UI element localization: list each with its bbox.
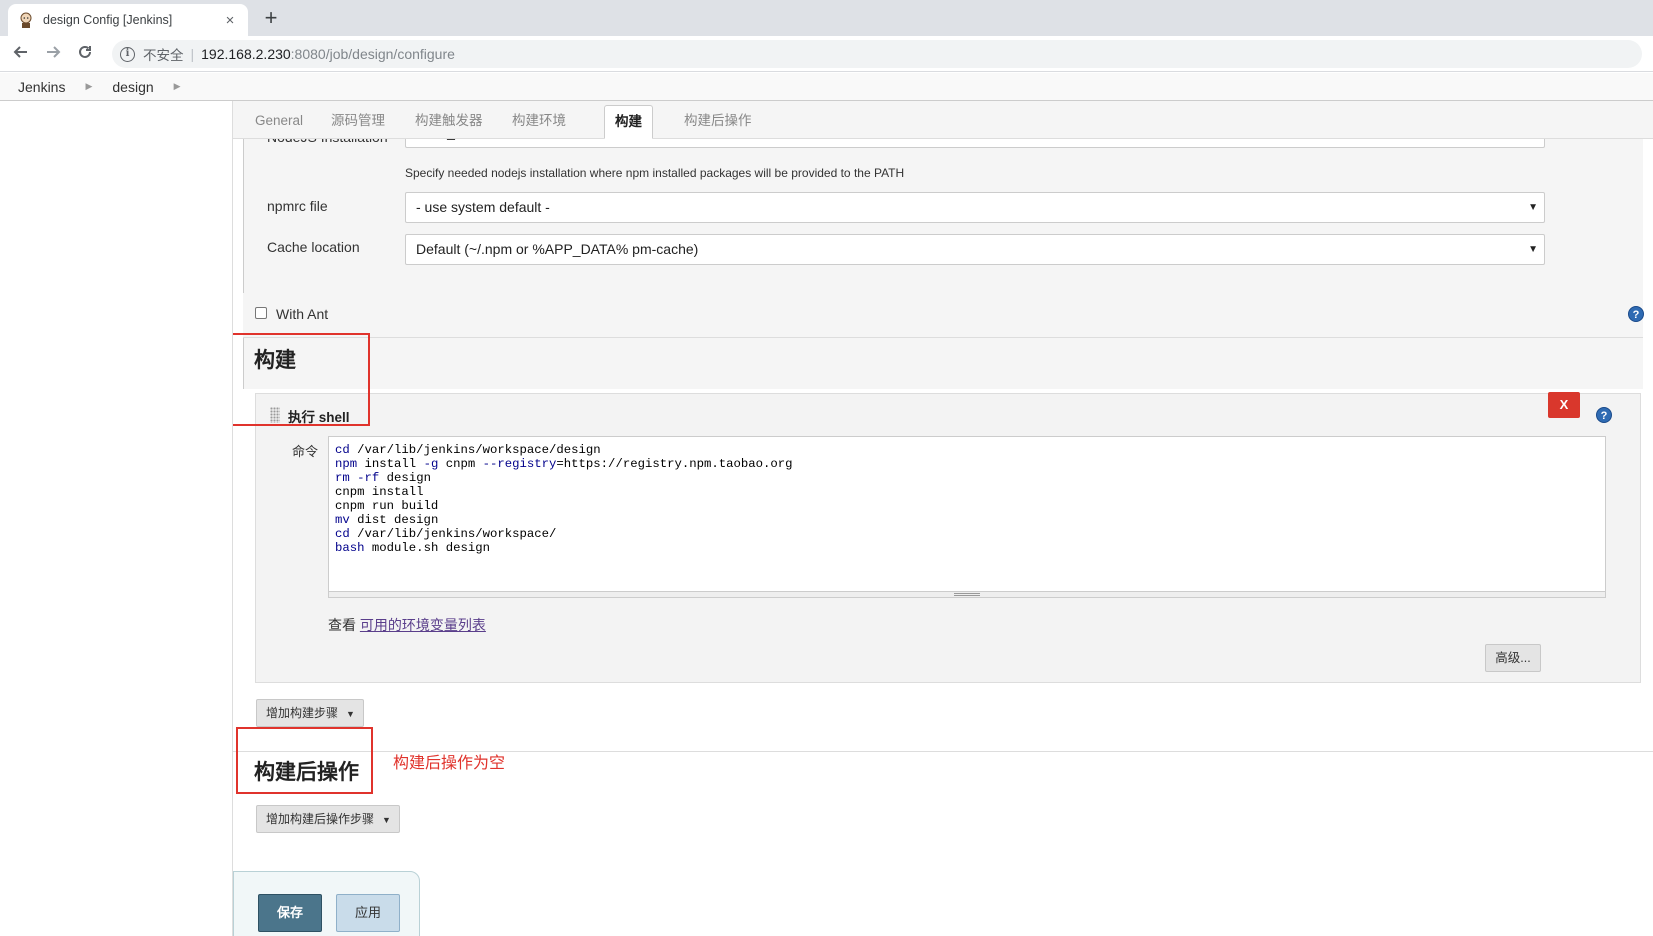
code-keyword: mv <box>335 513 350 527</box>
chevron-down-icon: ▼ <box>346 709 355 719</box>
chevron-down-icon: ▼ <box>1528 244 1538 255</box>
config-tabbar: General 源码管理 构建触发器 构建环境 构建 构建后操作 <box>233 101 1653 139</box>
tab-title: design Config [Jenkins] <box>43 13 173 27</box>
save-button[interactable]: 保存 <box>258 894 322 932</box>
config-main: General 源码管理 构建触发器 构建环境 构建 构建后操作 NodeJS … <box>233 101 1653 936</box>
apply-button[interactable]: 应用 <box>336 894 400 932</box>
with-ant-label: With Ant <box>276 306 329 322</box>
annotation-text: 构建后操作为空 <box>393 755 506 772</box>
highlight-box-build <box>233 333 370 426</box>
tab-general[interactable]: General <box>245 105 313 139</box>
url-path: :8080/job/design/configure <box>290 46 455 62</box>
with-ant-checkbox[interactable] <box>255 307 267 319</box>
help-icon[interactable]: ? <box>1596 407 1612 423</box>
tab-triggers[interactable]: 构建触发器 <box>405 105 493 139</box>
tab-scm[interactable]: 源码管理 <box>321 105 395 139</box>
code-line: rm -rf design <box>335 471 431 485</box>
delete-step-button[interactable]: X <box>1548 392 1580 418</box>
code-line: npm install -g cnpm --registry=https://r… <box>335 457 793 471</box>
code-keyword: cd <box>335 527 350 541</box>
code-option: --registry <box>482 457 557 471</box>
chevron-right-icon[interactable]: ▶ <box>85 81 92 92</box>
breadcrumb: Jenkins ▶ design ▶ <box>0 73 1653 101</box>
cache-location-label: Cache location <box>267 239 360 255</box>
back-icon[interactable] <box>10 43 32 65</box>
code-option: -g <box>423 457 439 471</box>
execute-shell-step: 执行 shell X ? 命令 cd /var/lib/jenkins/work… <box>255 392 1641 683</box>
browser-tab[interactable]: design Config [Jenkins] × <box>8 4 248 36</box>
command-textarea[interactable]: cd /var/lib/jenkins/workspace/design npm… <box>328 436 1606 598</box>
npmrc-value: - use system default - <box>416 199 550 215</box>
tab-build[interactable]: 构建 <box>604 105 653 139</box>
close-icon[interactable]: × <box>222 12 238 29</box>
jenkins-favicon-icon <box>20 12 32 28</box>
tab-build-env[interactable]: 构建环境 <box>502 105 576 139</box>
chevron-right-icon[interactable]: ▶ <box>174 81 181 92</box>
code-keyword: cd <box>335 443 350 457</box>
address-bar[interactable]: i 不安全 | 192.168.2.230 :8080/job/design/c… <box>112 40 1642 68</box>
breadcrumb-design[interactable]: design <box>112 79 153 95</box>
nodejs-section: NodeJS Installation node_12 ▼ Specify ne… <box>243 117 1643 389</box>
code-line: cnpm run build <box>335 499 439 513</box>
resize-grip-icon <box>954 593 980 596</box>
url-host: 192.168.2.230 <box>201 46 291 62</box>
cache-location-select[interactable]: Default (~/.npm or %APP_DATA% pm-cache) … <box>405 234 1545 265</box>
with-ant-row: With Ant ? <box>243 293 1644 338</box>
npmrc-select[interactable]: - use system default - ▼ <box>405 192 1545 223</box>
code-line: bash module.sh design <box>335 541 490 555</box>
reload-icon[interactable] <box>74 43 96 65</box>
add-build-step-button[interactable]: 增加构建步骤 ▼ <box>256 699 364 727</box>
highlight-box-post-build <box>236 727 373 794</box>
divider <box>243 337 1643 338</box>
code-keyword: rm <box>335 471 350 485</box>
code-keyword: npm <box>335 457 358 471</box>
new-tab-button[interactable]: + <box>260 6 282 30</box>
info-icon[interactable]: i <box>120 46 135 62</box>
add-post-build-step-label: 增加构建后操作步骤 <box>266 812 375 826</box>
chevron-down-icon: ▼ <box>1528 202 1538 213</box>
nodejs-installation-hint: Specify needed nodejs installation where… <box>405 166 905 180</box>
code-option: -rf <box>357 471 380 485</box>
npmrc-label: npmrc file <box>267 198 328 214</box>
insecure-label: 不安全 <box>143 48 184 63</box>
code-line: cd /var/lib/jenkins/workspace/ <box>335 527 557 541</box>
code-keyword: bash <box>335 541 365 555</box>
env-vars-link[interactable]: 可用的环境变量列表 <box>360 617 486 633</box>
tab-post-build[interactable]: 构建后操作 <box>674 105 762 139</box>
env-prefix: 查看 <box>328 617 356 633</box>
env-vars-line: 查看 可用的环境变量列表 <box>328 615 486 635</box>
browser-tabstrip: design Config [Jenkins] × + <box>0 0 1653 36</box>
bottom-action-bar: 保存 应用 <box>233 871 420 936</box>
code-line: cnpm install <box>335 485 424 499</box>
add-post-build-step-button[interactable]: 增加构建后操作步骤 ▼ <box>256 805 400 833</box>
add-build-step-label: 增加构建步骤 <box>266 706 339 720</box>
advanced-button[interactable]: 高级... <box>1485 644 1541 672</box>
command-label: 命令 <box>292 444 319 459</box>
chevron-down-icon: ▼ <box>382 815 391 825</box>
code-line: mv dist design <box>335 513 439 527</box>
url-separator: | <box>190 46 195 62</box>
browser-toolbar: i 不安全 | 192.168.2.230 :8080/job/design/c… <box>0 36 1653 72</box>
forward-icon[interactable] <box>42 43 64 65</box>
side-panel <box>0 101 233 936</box>
cache-location-value: Default (~/.npm or %APP_DATA% pm-cache) <box>416 241 699 257</box>
help-icon[interactable]: ? <box>1628 306 1644 322</box>
textarea-resize-handle[interactable] <box>329 591 1605 597</box>
code-line: cd /var/lib/jenkins/workspace/design <box>335 443 601 457</box>
breadcrumb-jenkins[interactable]: Jenkins <box>18 79 65 95</box>
